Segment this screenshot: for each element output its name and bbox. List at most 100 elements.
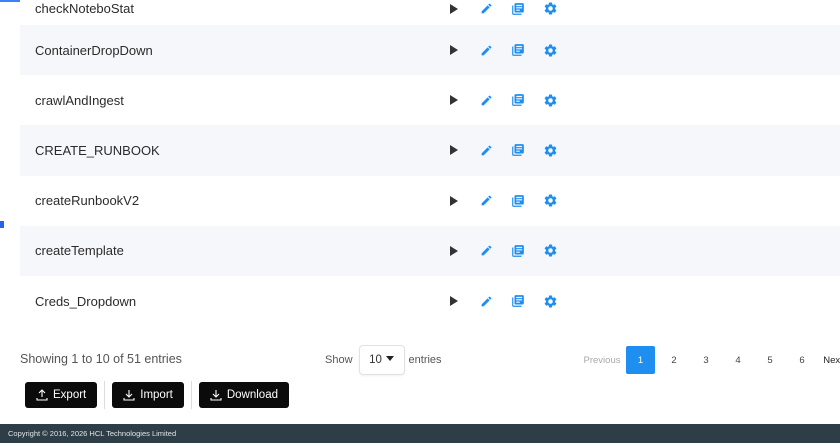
edit-button[interactable] <box>470 0 502 19</box>
document-list-icon <box>512 44 524 56</box>
settings-button[interactable] <box>534 140 566 160</box>
pencil-icon <box>481 245 491 256</box>
export-label: Export <box>53 389 87 401</box>
document-list-icon <box>512 94 524 107</box>
pagination-page-2[interactable]: 2 <box>658 346 690 374</box>
gear-icon <box>544 2 556 15</box>
pagination-next[interactable]: Next <box>818 346 840 374</box>
edit-button[interactable] <box>470 241 502 261</box>
run-button[interactable] <box>438 140 470 160</box>
run-button[interactable] <box>438 0 470 19</box>
play-icon <box>450 3 458 14</box>
copyright-bar: Copyright © 2016, 2026 HCL Technologies … <box>0 424 840 443</box>
edit-button[interactable] <box>470 191 502 211</box>
gear-icon <box>544 44 556 57</box>
copyright-text: Copyright © 2016, 2026 HCL Technologies … <box>8 429 177 438</box>
table-row: Creds_Dropdown <box>20 275 840 327</box>
page-size-value: 10 <box>369 354 382 366</box>
row-actions <box>438 291 566 311</box>
export-button[interactable]: Export <box>25 382 98 408</box>
settings-button[interactable] <box>534 40 566 60</box>
selection-handle-left[interactable] <box>0 221 4 228</box>
button-divider <box>190 381 192 409</box>
logs-button[interactable] <box>502 140 534 160</box>
page-size-select[interactable]: 10 <box>358 345 405 375</box>
pencil-icon <box>481 195 491 206</box>
row-actions <box>438 90 566 110</box>
import-button[interactable]: Import <box>112 382 184 408</box>
row-name[interactable]: ContainerDropDown <box>35 43 153 58</box>
table-row: crawlAndIngest <box>20 75 840 126</box>
row-name[interactable]: crawlAndIngest <box>35 93 124 108</box>
logs-button[interactable] <box>502 90 534 110</box>
row-name[interactable]: checkNoteboStat <box>35 1 134 16</box>
settings-button[interactable] <box>534 191 566 211</box>
run-button[interactable] <box>438 291 470 311</box>
entries-label: entries <box>408 354 442 366</box>
settings-button[interactable] <box>534 241 566 261</box>
row-name[interactable]: createRunbookV2 <box>35 193 139 208</box>
gear-icon <box>544 244 556 257</box>
table-row: checkNoteboStat <box>20 0 840 21</box>
run-button[interactable] <box>438 90 470 110</box>
run-button[interactable] <box>438 40 470 60</box>
play-icon <box>450 145 458 156</box>
button-divider <box>104 381 106 409</box>
upload-icon <box>36 389 48 401</box>
logs-button[interactable] <box>502 191 534 211</box>
logs-button[interactable] <box>502 291 534 311</box>
row-actions <box>438 241 566 261</box>
pagination-page-3[interactable]: 3 <box>690 346 722 374</box>
edit-button[interactable] <box>470 90 502 110</box>
table-row: CREATE_RUNBOOK <box>20 125 840 176</box>
download-button[interactable]: Download <box>198 382 289 408</box>
page-size-control: Show 10 entries <box>325 345 442 375</box>
download-icon <box>210 390 222 401</box>
row-actions <box>438 191 566 211</box>
play-icon <box>450 195 458 206</box>
workflow-table: checkNoteboStat ContainerDropDown crawlA… <box>20 0 840 327</box>
row-name[interactable]: createTemplate <box>35 243 124 258</box>
settings-button[interactable] <box>534 291 566 311</box>
pagination: Previous 1 2 3 4 5 6 Next <box>578 346 840 374</box>
pencil-icon <box>481 95 491 106</box>
pagination-page-6[interactable]: 6 <box>786 346 818 374</box>
show-label: Show <box>325 354 353 366</box>
gear-icon <box>544 144 556 157</box>
row-actions <box>438 0 566 19</box>
run-button[interactable] <box>438 241 470 261</box>
logs-button[interactable] <box>502 241 534 261</box>
row-actions <box>438 140 566 160</box>
table-row: createRunbookV2 <box>20 175 840 226</box>
pagination-page-5[interactable]: 5 <box>754 346 786 374</box>
action-buttons: Export Import Download <box>25 381 289 409</box>
gear-icon <box>544 94 556 107</box>
pagination-page-4[interactable]: 4 <box>722 346 754 374</box>
pencil-icon <box>481 145 491 156</box>
play-icon <box>450 245 458 256</box>
settings-button[interactable] <box>534 90 566 110</box>
table-row: createTemplate <box>20 225 840 276</box>
logs-button[interactable] <box>502 0 534 19</box>
edit-button[interactable] <box>470 291 502 311</box>
document-list-icon <box>512 194 524 207</box>
document-list-icon <box>512 245 524 257</box>
pagination-previous[interactable]: Previous <box>578 346 626 374</box>
table-row: ContainerDropDown <box>20 25 840 76</box>
settings-button[interactable] <box>534 0 566 19</box>
edit-button[interactable] <box>470 140 502 160</box>
logs-button[interactable] <box>502 40 534 60</box>
row-name[interactable]: CREATE_RUNBOOK <box>35 143 160 158</box>
pagination-page-1[interactable]: 1 <box>626 346 655 374</box>
pencil-icon <box>481 45 491 55</box>
import-label: Import <box>140 389 173 401</box>
row-name[interactable]: Creds_Dropdown <box>35 294 136 309</box>
play-icon <box>450 296 458 307</box>
play-icon <box>450 45 458 56</box>
document-list-icon <box>512 295 524 307</box>
download-icon <box>123 390 135 401</box>
run-button[interactable] <box>438 191 470 211</box>
document-list-icon <box>512 144 524 157</box>
edit-button[interactable] <box>470 40 502 60</box>
gear-icon <box>544 295 556 308</box>
